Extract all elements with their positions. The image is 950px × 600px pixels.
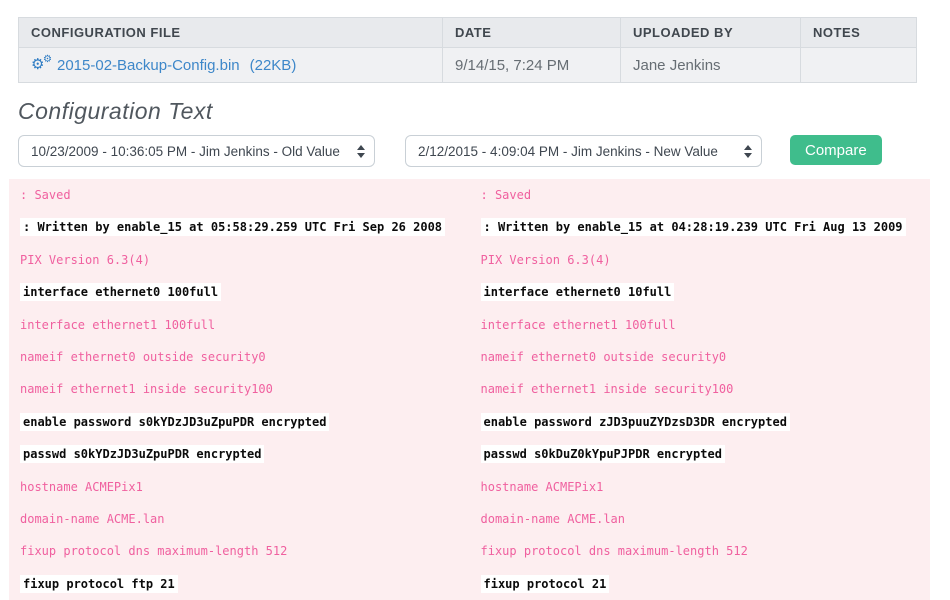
diff-line: nameif ethernet1 inside security100: [481, 373, 931, 405]
config-file-link[interactable]: ⚙⚙ 2015-02-Backup-Config.bin (22KB): [31, 56, 296, 74]
table-header-row: CONFIGURATION FILE DATE UPLOADED BY NOTE…: [19, 18, 917, 48]
date-cell: 9/14/15, 7:24 PM: [443, 48, 621, 83]
diff-line: nameif ethernet0 outside security0: [481, 341, 931, 373]
diff-line-changed-text: passwd s0kYDzJD3uZpuPDR encrypted: [20, 445, 264, 463]
diff-line-text: nameif ethernet0 outside security0: [481, 350, 727, 364]
configuration-file-cell: ⚙⚙ 2015-02-Backup-Config.bin (22KB): [19, 48, 443, 83]
diff-line-text: domain-name ACME.lan: [481, 512, 626, 526]
diff-line: domain-name ACME.lan: [20, 503, 470, 535]
diff-line: : Saved: [481, 179, 931, 211]
diff-line: enable password zJD3puuZYDzsD3DR encrypt…: [481, 406, 931, 438]
diff-line-changed-text: fixup protocol ftp 21: [20, 575, 178, 593]
page-title: Configuration Text: [18, 98, 950, 125]
diff-line-changed-text: passwd s0kDuZ0kYpuPJPDR encrypted: [481, 445, 725, 463]
new-version-select[interactable]: 2/12/2015 - 4:09:04 PM - Jim Jenkins - N…: [405, 135, 762, 167]
old-version-select[interactable]: 10/23/2009 - 10:36:05 PM - Jim Jenkins -…: [18, 135, 375, 167]
diff-line-text: : Saved: [481, 188, 532, 202]
diff-line-text: nameif ethernet1 inside security100: [20, 382, 273, 396]
diff-line-changed-text: interface ethernet0 100full: [20, 283, 221, 301]
diff-line: fixup protocol dns maximum-length 512: [481, 535, 931, 567]
notes-cell: [801, 48, 917, 83]
diff-line-text: hostname ACMEPix1: [20, 480, 143, 494]
diff-column-left: : Saved : Written by enable_15 at 05:58:2…: [9, 179, 470, 600]
diff-line: interface ethernet1 100full: [20, 309, 470, 341]
diff-line: PIX Version 6.3(4): [20, 244, 470, 276]
column-header-date: DATE: [443, 18, 621, 48]
column-header-uploaded-by: UPLOADED BY: [621, 18, 801, 48]
old-version-select-value: 10/23/2009 - 10:36:05 PM - Jim Jenkins -…: [31, 144, 340, 159]
diff-line-changed-text: fixup protocol 21: [481, 575, 610, 593]
column-header-configuration-file: CONFIGURATION FILE: [19, 18, 443, 48]
diff-line: fixup protocol 21: [481, 568, 931, 600]
diff-line-changed-text: : Written by enable_15 at 05:58:29.259 U…: [20, 218, 445, 236]
compare-controls: 10/23/2009 - 10:36:05 PM - Jim Jenkins -…: [18, 135, 950, 167]
new-version-select-value: 2/12/2015 - 4:09:04 PM - Jim Jenkins - N…: [418, 144, 718, 159]
diff-line-text: : Saved: [20, 188, 71, 202]
diff-line: nameif ethernet0 outside security0: [20, 341, 470, 373]
diff-column-right: : Saved : Written by enable_15 at 04:28:1…: [470, 179, 931, 600]
diff-line-text: interface ethernet1 100full: [20, 318, 215, 332]
diff-line-text: nameif ethernet1 inside security100: [481, 382, 734, 396]
diff-line-text: PIX Version 6.3(4): [20, 253, 150, 267]
diff-line: : Written by enable_15 at 05:58:29.259 U…: [20, 211, 470, 243]
diff-line: fixup protocol dns maximum-length 512: [20, 535, 470, 567]
diff-line-text: PIX Version 6.3(4): [481, 253, 611, 267]
up-down-arrows-icon: [357, 145, 365, 158]
configuration-diff-panel: : Saved : Written by enable_15 at 05:58:2…: [9, 179, 930, 600]
config-file-name: 2015-02-Backup-Config.bin: [57, 57, 240, 74]
diff-line: interface ethernet0 10full: [481, 276, 931, 308]
diff-line: PIX Version 6.3(4): [481, 244, 931, 276]
diff-line-text: hostname ACMEPix1: [481, 480, 604, 494]
diff-line: domain-name ACME.lan: [481, 503, 931, 535]
diff-line-changed-text: enable password s0kYDzJD3uZpuPDR encrypt…: [20, 413, 329, 431]
diff-line-text: interface ethernet1 100full: [481, 318, 676, 332]
table-row: ⚙⚙ 2015-02-Backup-Config.bin (22KB) 9/14…: [19, 48, 917, 83]
diff-line-changed-text: : Written by enable_15 at 04:28:19.239 U…: [481, 218, 906, 236]
diff-line: hostname ACMEPix1: [481, 471, 931, 503]
cogs-icon: ⚙⚙: [31, 56, 53, 74]
diff-line: fixup protocol ftp 21: [20, 568, 470, 600]
compare-button[interactable]: Compare: [790, 135, 882, 165]
diff-line-text: domain-name ACME.lan: [20, 512, 165, 526]
up-down-arrows-icon: [744, 145, 752, 158]
diff-line: passwd s0kYDzJD3uZpuPDR encrypted: [20, 438, 470, 470]
diff-line: : Written by enable_15 at 04:28:19.239 U…: [481, 211, 931, 243]
diff-line-text: nameif ethernet0 outside security0: [20, 350, 266, 364]
diff-line: interface ethernet1 100full: [481, 309, 931, 341]
diff-line-changed-text: enable password zJD3puuZYDzsD3DR encrypt…: [481, 413, 790, 431]
diff-line-text: fixup protocol dns maximum-length 512: [20, 544, 287, 558]
uploaded-by-cell: Jane Jenkins: [621, 48, 801, 83]
config-file-size: (22KB): [250, 57, 297, 74]
diff-line: : Saved: [20, 179, 470, 211]
diff-line: hostname ACMEPix1: [20, 471, 470, 503]
diff-line-changed-text: interface ethernet0 10full: [481, 283, 675, 301]
diff-line: nameif ethernet1 inside security100: [20, 373, 470, 405]
config-file-table: CONFIGURATION FILE DATE UPLOADED BY NOTE…: [18, 17, 917, 83]
column-header-notes: NOTES: [801, 18, 917, 48]
diff-line-text: fixup protocol dns maximum-length 512: [481, 544, 748, 558]
diff-line: enable password s0kYDzJD3uZpuPDR encrypt…: [20, 406, 470, 438]
diff-line: passwd s0kDuZ0kYpuPJPDR encrypted: [481, 438, 931, 470]
diff-line: interface ethernet0 100full: [20, 276, 470, 308]
